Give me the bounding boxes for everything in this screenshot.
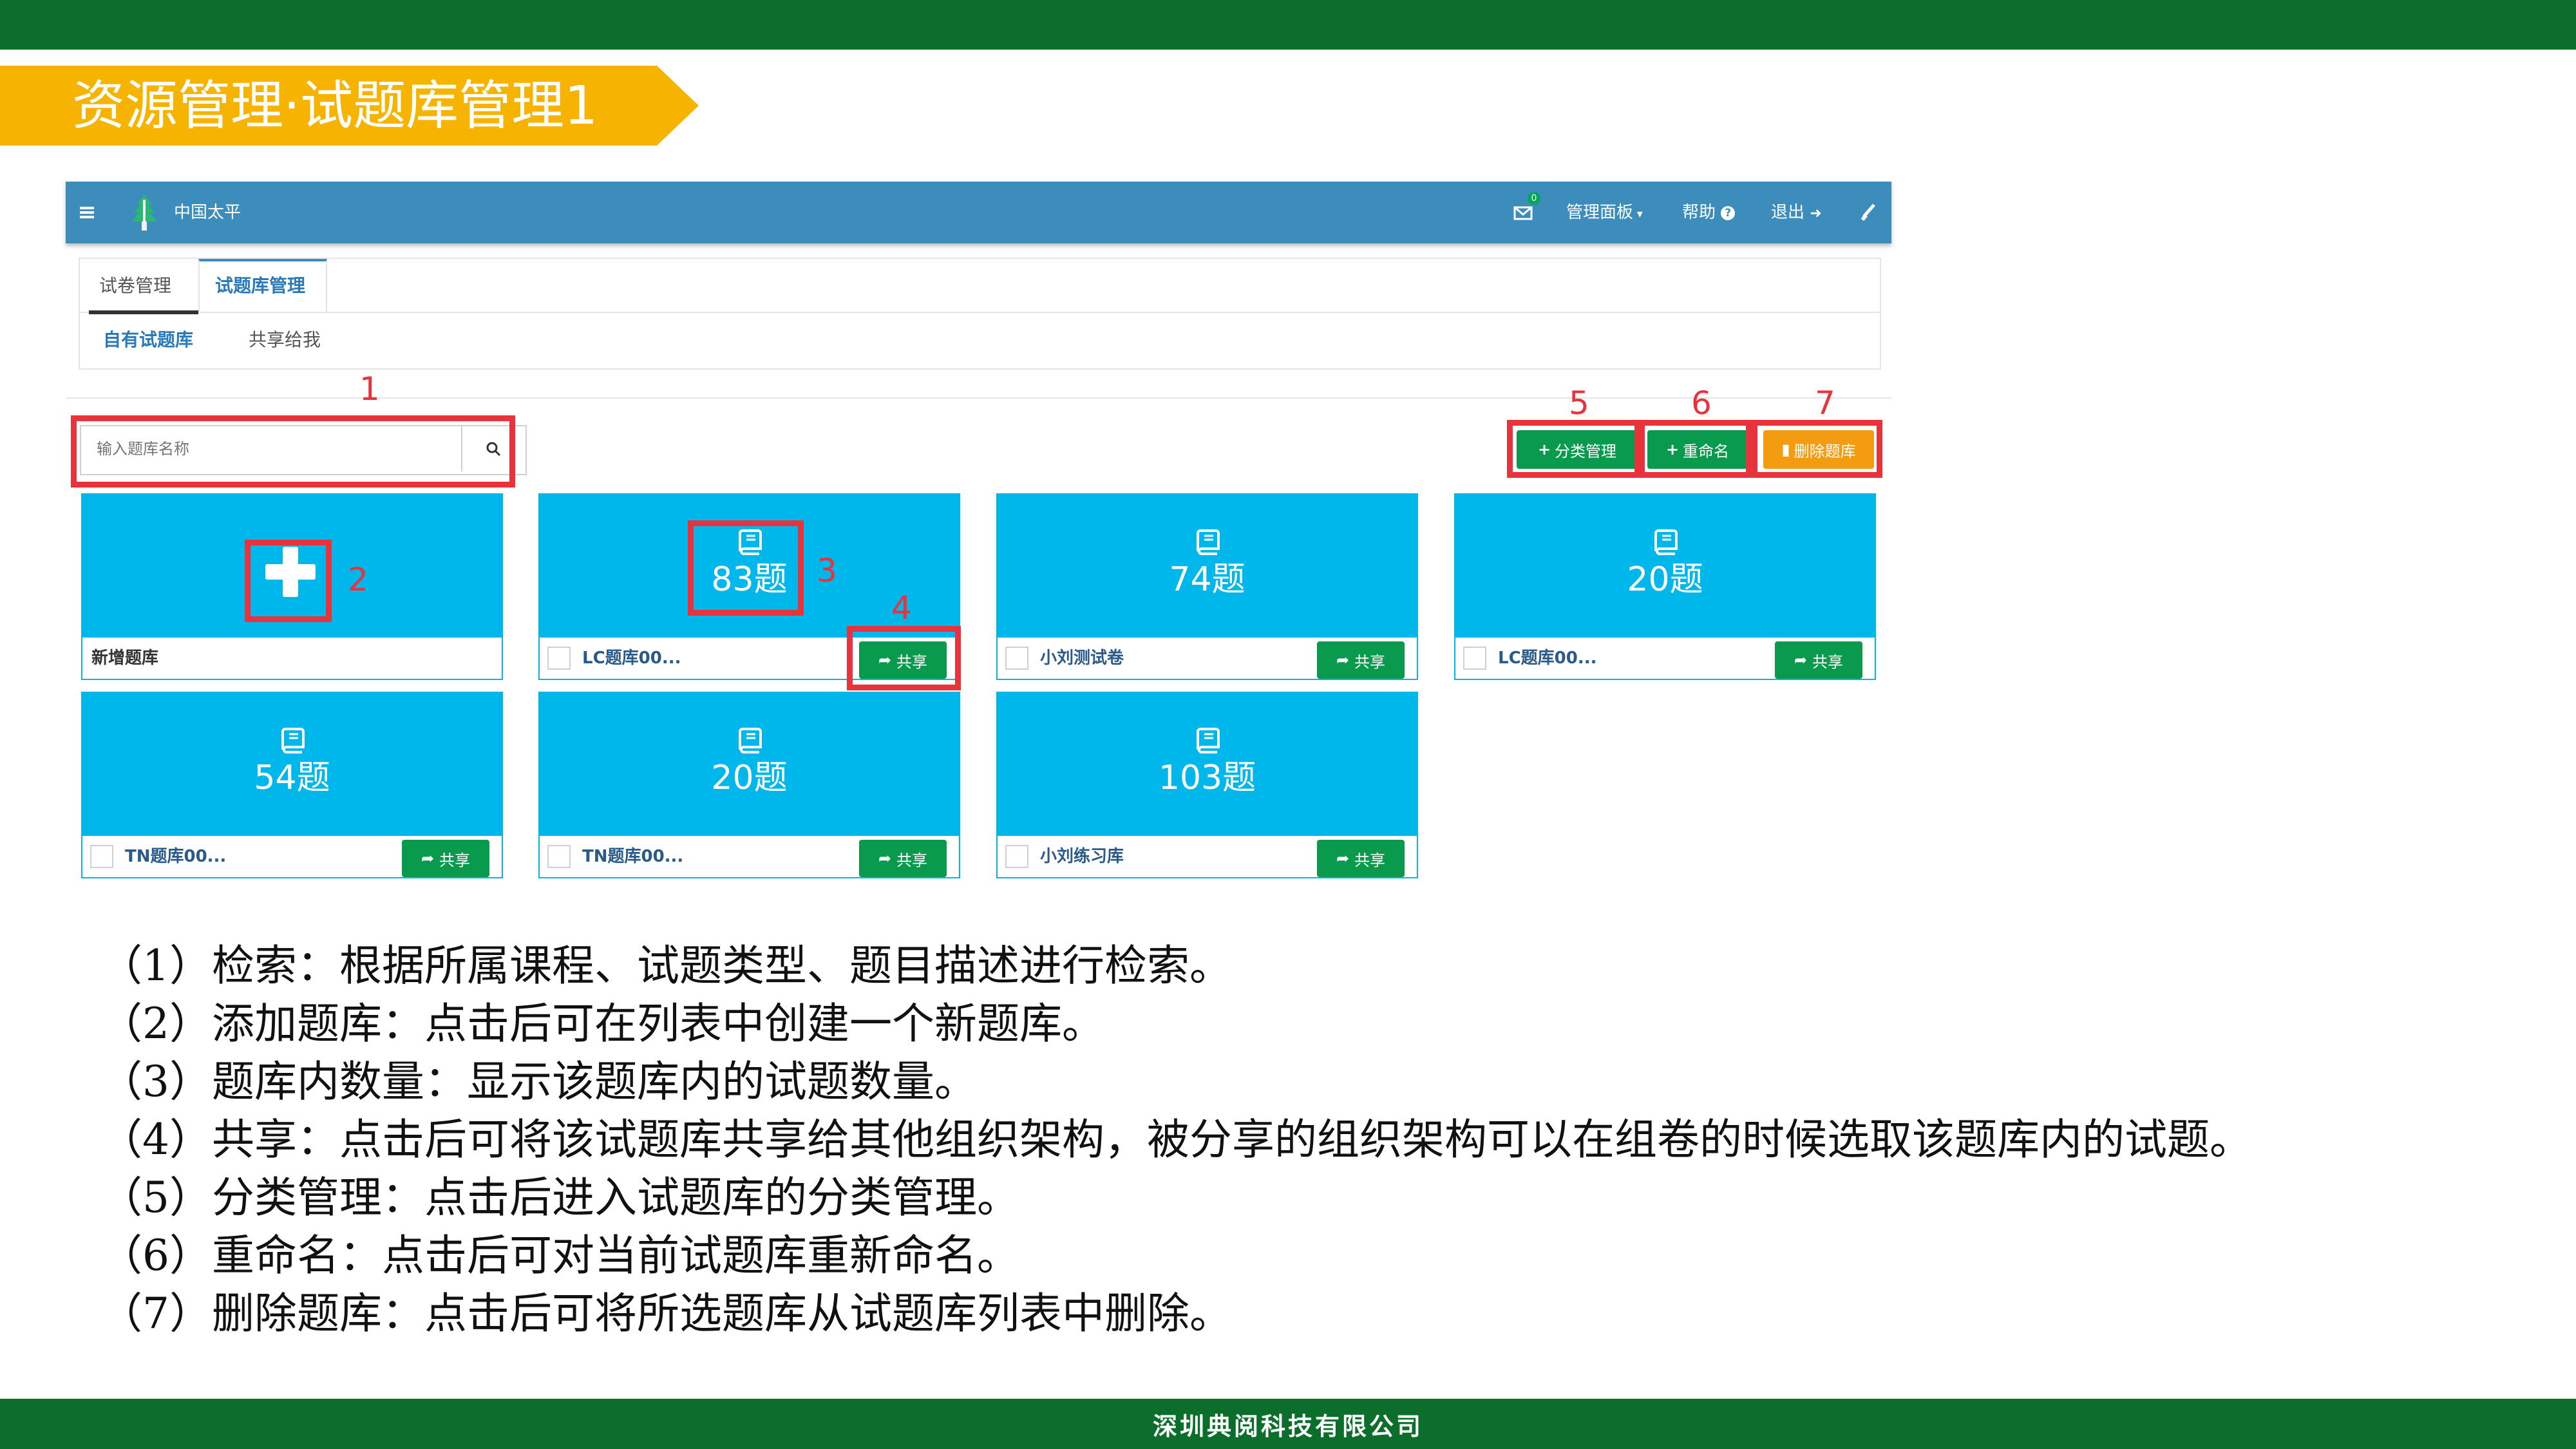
- annotation-box-search: [71, 415, 515, 488]
- bank-card[interactable]: 103题 小刘练习库 ➦ 共享: [996, 692, 1418, 878]
- description-line: （7）删除题库：点击后可将所选题库从试题库列表中删除。: [100, 1289, 1232, 1338]
- annotation-box-add: [245, 540, 332, 622]
- question-count: 20题: [1627, 560, 1703, 599]
- question-count: 54题: [254, 759, 330, 797]
- top-navbar: 中国太平 0 管理面板 ▾ 帮助 ? 退出 ➜: [66, 182, 1891, 243]
- slide-title: 资源管理·试题库管理1: [72, 75, 598, 137]
- card-header: 74题: [998, 495, 1417, 638]
- share-button[interactable]: ➦ 共享: [1775, 641, 1862, 679]
- bank-name[interactable]: LC题库00...: [1498, 645, 1596, 671]
- dashboard-menu[interactable]: 管理面板 ▾: [1566, 201, 1643, 224]
- help-link-label: 帮助: [1682, 203, 1716, 222]
- share-button[interactable]: ➦ 共享: [1317, 840, 1405, 877]
- annotation-number: 7: [1815, 384, 1835, 422]
- mail-icon[interactable]: [1512, 201, 1535, 227]
- select-checkbox[interactable]: [547, 845, 571, 868]
- annotation-box-rename: [1639, 420, 1752, 478]
- subtab-own-banks[interactable]: 自有试题库: [103, 327, 193, 353]
- description-line: （6）重命名：点击后可对当前试题库重新命名。: [100, 1231, 1019, 1280]
- logout-link-label: 退出: [1771, 203, 1805, 222]
- bank-name[interactable]: 小刘练习库: [1040, 844, 1124, 869]
- book-icon: [739, 728, 762, 753]
- share-label: 共享: [1812, 652, 1844, 671]
- share-button[interactable]: ➦ 共享: [402, 840, 489, 877]
- question-count: 103题: [1158, 759, 1256, 797]
- share-label: 共享: [1354, 652, 1386, 671]
- share-label: 共享: [896, 851, 928, 869]
- tab-question-bank-management[interactable]: 试题库管理: [215, 273, 305, 299]
- caret-down-icon: ▾: [1633, 207, 1643, 221]
- card-header: 54题: [82, 693, 502, 836]
- annotation-number: 1: [359, 370, 380, 408]
- book-icon: [1197, 728, 1220, 753]
- brush-icon[interactable]: [1857, 201, 1878, 227]
- bank-name[interactable]: 小刘测试卷: [1040, 645, 1124, 671]
- company-name: 深圳典阅科技有限公司: [1152, 1412, 1423, 1441]
- annotation-box-share: [847, 626, 961, 690]
- select-checkbox[interactable]: [1005, 647, 1028, 670]
- content-divider: [66, 397, 1891, 399]
- bank-card[interactable]: 74题 小刘测试卷 ➦ 共享: [996, 493, 1418, 680]
- card-header: 20题: [540, 693, 959, 836]
- card-header: 20题: [1455, 495, 1875, 638]
- bank-name[interactable]: TN题库00...: [582, 844, 683, 869]
- logout-link[interactable]: 退出 ➜: [1771, 201, 1822, 224]
- tabs-panel: 试卷管理 试题库管理 自有试题库 共享给我: [79, 258, 1881, 370]
- select-checkbox[interactable]: [1005, 845, 1028, 868]
- share-icon: ➦: [1794, 651, 1808, 669]
- annotation-number: 3: [817, 552, 837, 589]
- tab-underline: [89, 310, 198, 314]
- annotation-number: 6: [1691, 384, 1712, 422]
- sign-out-icon: ➜: [1810, 205, 1822, 222]
- book-icon: [1654, 529, 1678, 555]
- share-icon: ➦: [878, 849, 892, 867]
- brand-name[interactable]: 中国太平: [174, 201, 241, 224]
- app-screenshot: 中国太平 0 管理面板 ▾ 帮助 ? 退出 ➜ 试卷管理 试题库管理 自有试题库…: [66, 182, 1891, 923]
- bank-name[interactable]: TN题库00...: [125, 844, 226, 869]
- dashboard-menu-label: 管理面板: [1566, 203, 1634, 222]
- question-circle-icon: ?: [1721, 205, 1736, 220]
- top-green-bar: [0, 0, 2576, 50]
- select-checkbox[interactable]: [547, 647, 571, 670]
- annotation-box-delete: [1752, 420, 1882, 478]
- annotation-box-category: [1507, 420, 1640, 478]
- description-line: （4）共享：点击后可将该试题库共享给其他组织架构，被分享的组织架构可以在组卷的时…: [100, 1115, 2252, 1164]
- annotation-number: 2: [348, 561, 368, 598]
- question-count: 20题: [711, 759, 788, 797]
- new-bank-label: 新增题库: [91, 649, 159, 668]
- annotation-number: 5: [1569, 384, 1589, 422]
- bank-card[interactable]: 54题 TN题库00... ➦ 共享: [81, 692, 503, 878]
- pine-tree-logo-icon: [130, 193, 158, 234]
- description-list: （1）检索：根据所属课程、试题类型、题目描述进行检索。 （2）添加题库：点击后可…: [100, 937, 2560, 1343]
- share-label: 共享: [1354, 851, 1386, 869]
- description-line: （1）检索：根据所属课程、试题类型、题目描述进行检索。: [100, 941, 1232, 990]
- help-link[interactable]: 帮助 ?: [1682, 201, 1736, 224]
- select-checkbox[interactable]: [1463, 647, 1486, 670]
- description-line: （3）题库内数量：显示该题库内的试题数量。: [100, 1057, 977, 1106]
- select-checkbox[interactable]: [90, 845, 113, 868]
- book-icon: [281, 728, 305, 753]
- share-button[interactable]: ➦ 共享: [1317, 641, 1405, 679]
- share-icon: ➦: [421, 849, 435, 867]
- share-button[interactable]: ➦ 共享: [859, 840, 947, 877]
- annotation-box-count: [688, 520, 804, 616]
- mail-count-badge: 0: [1528, 192, 1540, 205]
- share-label: 共享: [439, 851, 471, 869]
- description-line: （2）添加题库：点击后可在列表中创建一个新题库。: [100, 999, 1104, 1048]
- bank-name[interactable]: LC题库00...: [582, 645, 681, 671]
- footer-bar: 深圳典阅科技有限公司: [0, 1399, 2576, 1449]
- question-count: 74题: [1169, 560, 1245, 599]
- description-line: （5）分类管理：点击后进入试题库的分类管理。: [100, 1173, 1019, 1222]
- book-icon: [1197, 529, 1220, 555]
- tab-divider: [80, 312, 1880, 313]
- hamburger-menu-icon[interactable]: [80, 201, 95, 227]
- tab-paper-management[interactable]: 试卷管理: [99, 273, 171, 299]
- share-icon: ➦: [1336, 651, 1350, 669]
- bank-card[interactable]: 20题 LC题库00... ➦ 共享: [1454, 493, 1876, 680]
- subtab-shared-to-me[interactable]: 共享给我: [249, 327, 321, 353]
- card-header: 103题: [998, 693, 1417, 836]
- bank-card[interactable]: 20题 TN题库00... ➦ 共享: [538, 692, 960, 878]
- share-icon: ➦: [1336, 849, 1350, 867]
- annotation-number: 4: [891, 589, 912, 627]
